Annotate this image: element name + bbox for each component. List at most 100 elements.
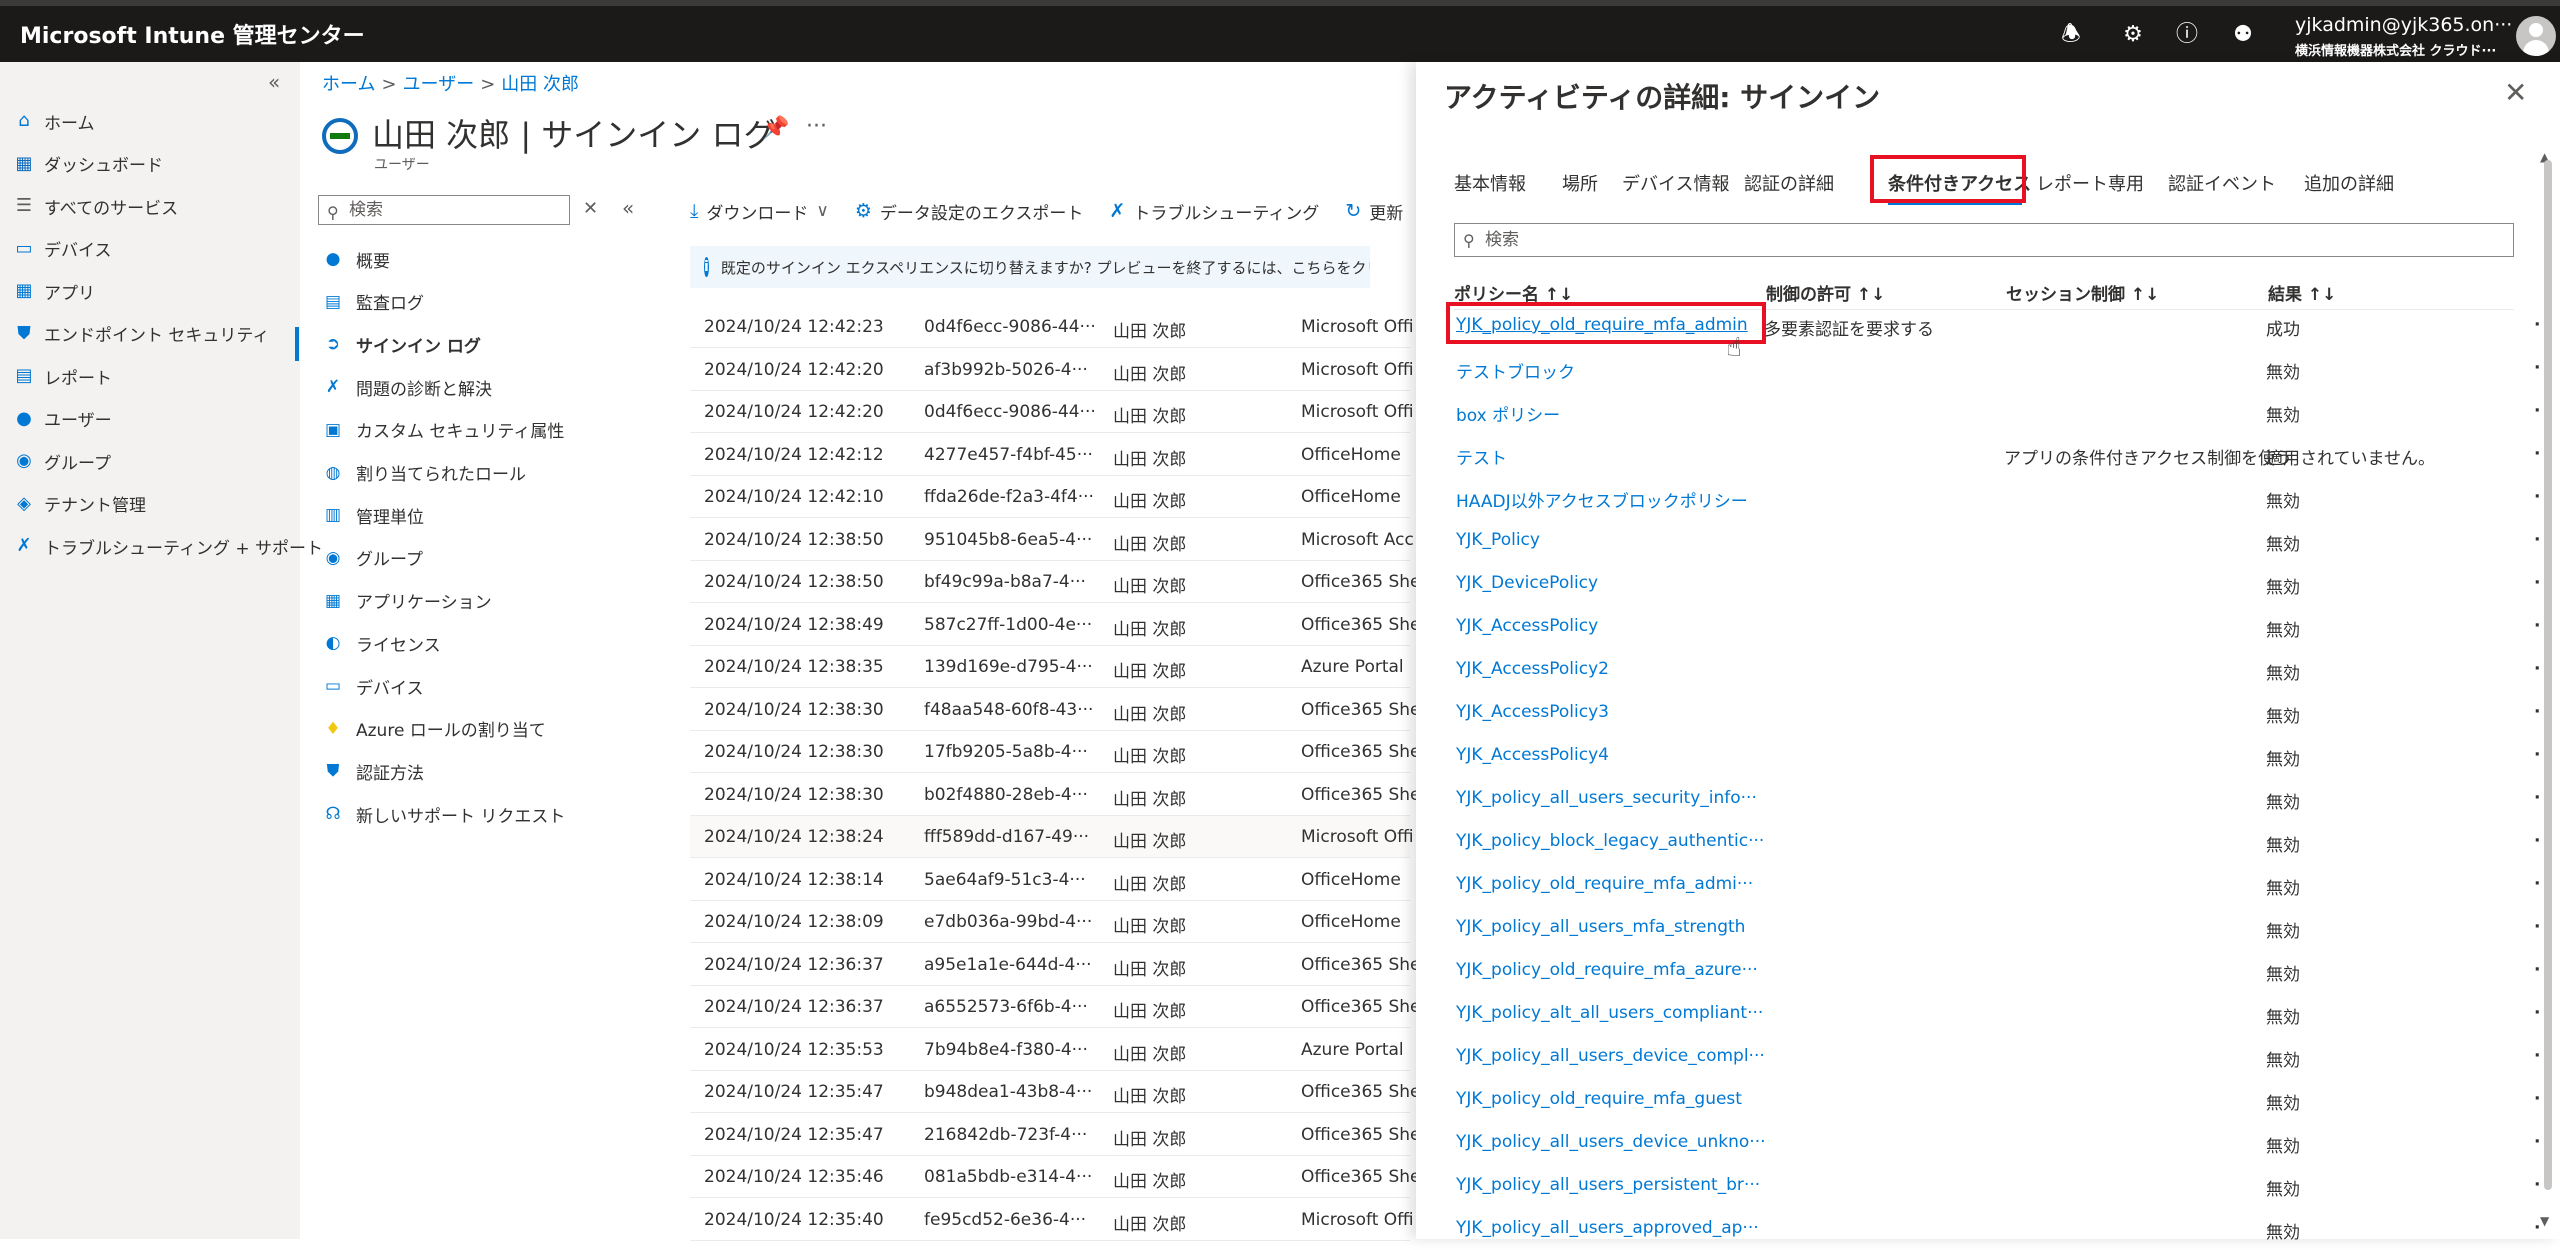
close-icon[interactable]: ✕: [2504, 76, 2527, 109]
row-more-icon[interactable]: ·: [2534, 315, 2540, 335]
row-more-icon[interactable]: ·: [2534, 702, 2540, 722]
download-button[interactable]: ⤓ ダウンロード ∨: [690, 199, 829, 224]
table-row[interactable]: 2024/10/24 12:38:50 bf49c99a-b8a7-4··· 山田 …: [690, 561, 1417, 603]
policy-row[interactable]: YJK_AccessPolicy2 無効 ·: [1454, 648, 2540, 691]
policy-name[interactable]: YJK_policy_all_users_approved_ap···: [1456, 1218, 1776, 1238]
breadcrumb-users[interactable]: ユーザー: [403, 74, 475, 95]
policy-row[interactable]: テストブロック 無効 ·: [1454, 347, 2540, 390]
troubleshoot-button[interactable]: ✗ トラブルシューティング: [1109, 199, 1319, 224]
nav-item-6[interactable]: ▤ レポート: [12, 361, 112, 391]
table-row[interactable]: 2024/10/24 12:38:14 5ae64af9-51c3-4··· 山田 …: [690, 859, 1410, 901]
tab-2[interactable]: デバイス情報: [1622, 170, 1729, 196]
row-more-icon[interactable]: ·: [2534, 573, 2540, 593]
row-more-icon[interactable]: ·: [2534, 1046, 2540, 1066]
table-row[interactable]: 2024/10/24 12:42:20 af3b992b-5026-4··· 山田 …: [690, 349, 1414, 391]
policy-name[interactable]: YJK_AccessPolicy2: [1456, 659, 1776, 679]
policy-row[interactable]: テスト アプリの条件付きアクセス制御を使う 適用されていません。 ·: [1454, 433, 2540, 476]
policy-name[interactable]: YJK_policy_old_require_mfa_guest: [1456, 1089, 1776, 1109]
subnav-item-11[interactable]: ♦ Azure ロールの割り当て: [322, 714, 545, 744]
subnav-item-0[interactable]: ● 概要: [322, 244, 390, 274]
tab-3[interactable]: 認証の詳細: [1744, 170, 1834, 196]
gear-icon[interactable]: ⚙: [2116, 18, 2150, 52]
table-row[interactable]: 2024/10/24 12:35:40 fe95cd52-6e36-4··· 山田 …: [690, 1199, 1414, 1241]
subnav-item-9[interactable]: ◐ ライセンス: [322, 628, 441, 658]
subnav-item-8[interactable]: ▦ アプリケーション: [322, 586, 492, 616]
preview-info-bar[interactable]: i 既定のサインイン エクスペリエンスに切り替えますか? プレビューを終了するに…: [690, 246, 1370, 288]
help-icon[interactable]: ⓘ: [2170, 18, 2204, 52]
policy-name[interactable]: YJK_AccessPolicy: [1456, 616, 1776, 636]
row-more-icon[interactable]: ·: [2534, 487, 2540, 507]
row-more-icon[interactable]: ·: [2534, 1175, 2540, 1195]
table-row[interactable]: 2024/10/24 12:38:30 f48aa548-60f8-43··· 山田…: [690, 689, 1417, 731]
account-email[interactable]: yjkadmin@yjk365.on···: [2295, 14, 2512, 36]
avatar[interactable]: [2516, 16, 2556, 56]
policy-name[interactable]: YJK_policy_all_users_security_info···: [1456, 788, 1776, 808]
policy-row[interactable]: YJK_Policy 無効 ·: [1454, 519, 2540, 562]
collapse-subnav-icon[interactable]: «: [622, 196, 634, 220]
table-row[interactable]: 2024/10/24 12:35:47 216842db-723f-4··· 山田 …: [690, 1114, 1417, 1156]
nav-item-4[interactable]: ▦ アプリ: [12, 276, 95, 306]
app-title[interactable]: Microsoft Intune 管理センター: [20, 18, 365, 50]
table-row[interactable]: 2024/10/24 12:38:49 587c27ff-1d00-4e··· 山田…: [690, 604, 1417, 646]
row-more-icon[interactable]: ·: [2534, 874, 2540, 894]
table-row[interactable]: 2024/10/24 12:36:37 a95e1a1e-644d-4··· 山田 …: [690, 944, 1417, 986]
nav-item-8[interactable]: ◉ グループ: [12, 446, 111, 476]
bell-icon[interactable]: 🕭: [2054, 18, 2088, 52]
policy-row[interactable]: YJK_AccessPolicy3 無効 ·: [1454, 691, 2540, 734]
subnav-item-2[interactable]: ➲ サインイン ログ: [322, 329, 481, 359]
subnav-item-10[interactable]: ▭ デバイス: [322, 671, 424, 701]
col-session[interactable]: セッション制御 ↑↓: [2006, 280, 2159, 305]
row-more-icon[interactable]: ·: [2534, 1089, 2540, 1109]
row-more-icon[interactable]: ·: [2534, 745, 2540, 765]
policy-row[interactable]: YJK_policy_all_users_security_info··· 無効 ·: [1454, 777, 2540, 820]
policy-name[interactable]: YJK_DevicePolicy: [1456, 573, 1776, 593]
row-more-icon[interactable]: ·: [2534, 659, 2540, 679]
policy-name[interactable]: YJK_policy_alt_all_users_compliant···: [1456, 1003, 1776, 1023]
table-row[interactable]: 2024/10/24 12:38:50 951045b8-6ea5-4··· 山田 …: [690, 519, 1414, 561]
policy-row[interactable]: box ポリシー 無効 ·: [1454, 390, 2540, 433]
nav-item-9[interactable]: ◈ テナント管理: [12, 489, 146, 519]
export-button[interactable]: ⚙ データ設定のエクスポート: [855, 199, 1084, 224]
table-row[interactable]: 2024/10/24 12:42:10 ffda26de-f2a3-4f4··· 山…: [690, 476, 1410, 518]
row-more-icon[interactable]: ·: [2534, 1003, 2540, 1023]
subnav-search-input[interactable]: ⚲ 検索: [318, 195, 570, 225]
policy-name[interactable]: YJK_policy_all_users_mfa_strength: [1456, 917, 1776, 937]
tab-1[interactable]: 場所: [1562, 170, 1598, 196]
policy-row[interactable]: YJK_policy_old_require_mfa_guest 無効 ·: [1454, 1078, 2540, 1121]
policy-name[interactable]: テスト: [1456, 444, 1776, 469]
subnav-item-13[interactable]: ☊ 新しいサポート リクエスト: [322, 799, 565, 829]
policy-row[interactable]: YJK_policy_old_require_mfa_admi··· 無効 ·: [1454, 863, 2540, 906]
tab-0[interactable]: 基本情報: [1454, 170, 1526, 196]
row-more-icon[interactable]: ·: [2534, 444, 2540, 464]
table-row[interactable]: 2024/10/24 12:35:53 7b94b8e4-f380-4··· 山田 …: [690, 1029, 1410, 1071]
col-grant[interactable]: 制御の許可 ↑↓: [1766, 280, 1885, 305]
table-row[interactable]: 2024/10/24 12:42:12 4277e457-f4bf-45··· 山田…: [690, 434, 1410, 476]
tab-5[interactable]: レポート専用: [2036, 170, 2144, 196]
subnav-item-3[interactable]: ✗ 問題の診断と解決: [322, 372, 492, 402]
subnav-item-1[interactable]: ▤ 監査ログ: [322, 287, 424, 317]
policy-name[interactable]: YJK_policy_all_users_device_compl···: [1456, 1046, 1776, 1066]
policy-search-input[interactable]: ⚲ 検索: [1454, 223, 2514, 257]
row-more-icon[interactable]: ·: [2534, 960, 2540, 980]
collapse-nav-icon[interactable]: «: [268, 70, 280, 94]
table-row[interactable]: 2024/10/24 12:38:24 fff589dd-d167-49··· 山田…: [690, 816, 1414, 858]
subnav-item-7[interactable]: ◉ グループ: [322, 543, 423, 573]
policy-row[interactable]: YJK_policy_all_users_device_compl··· 無効 ·: [1454, 1035, 2540, 1078]
policy-name[interactable]: YJK_policy_block_legacy_authentic···: [1456, 831, 1776, 851]
breadcrumb-user[interactable]: 山田 次郎: [501, 74, 579, 95]
policy-row[interactable]: YJK_AccessPolicy4 無効 ·: [1454, 734, 2540, 777]
scrollbar[interactable]: [2544, 160, 2552, 1190]
policy-row[interactable]: YJK_policy_all_users_mfa_strength 無効 ·: [1454, 906, 2540, 949]
subnav-item-6[interactable]: ▥ 管理単位: [322, 500, 424, 530]
row-more-icon[interactable]: ·: [2534, 831, 2540, 851]
row-more-icon[interactable]: ·: [2534, 401, 2540, 421]
table-row[interactable]: 2024/10/24 12:36:37 a6552573-6f6b-4··· 山田 …: [690, 986, 1417, 1028]
policy-name[interactable]: YJK_policy_old_require_mfa_admi···: [1456, 874, 1776, 894]
table-row[interactable]: 2024/10/24 12:42:23 0d4f6ecc-9086-44··· 山田…: [690, 306, 1414, 348]
subnav-item-5[interactable]: ◍ 割り当てられたロール: [322, 458, 526, 488]
table-row[interactable]: 2024/10/24 12:38:09 e7db036a-99bd-4··· 山田 …: [690, 901, 1410, 943]
nav-item-2[interactable]: ☰ すべてのサービス: [12, 191, 178, 221]
col-result[interactable]: 結果 ↑↓: [2268, 280, 2336, 305]
policy-row[interactable]: YJK_policy_old_require_mfa_azure··· 無効 ·: [1454, 949, 2540, 992]
policy-row[interactable]: YJK_policy_all_users_persistent_br··· 無効 ·: [1454, 1164, 2540, 1207]
